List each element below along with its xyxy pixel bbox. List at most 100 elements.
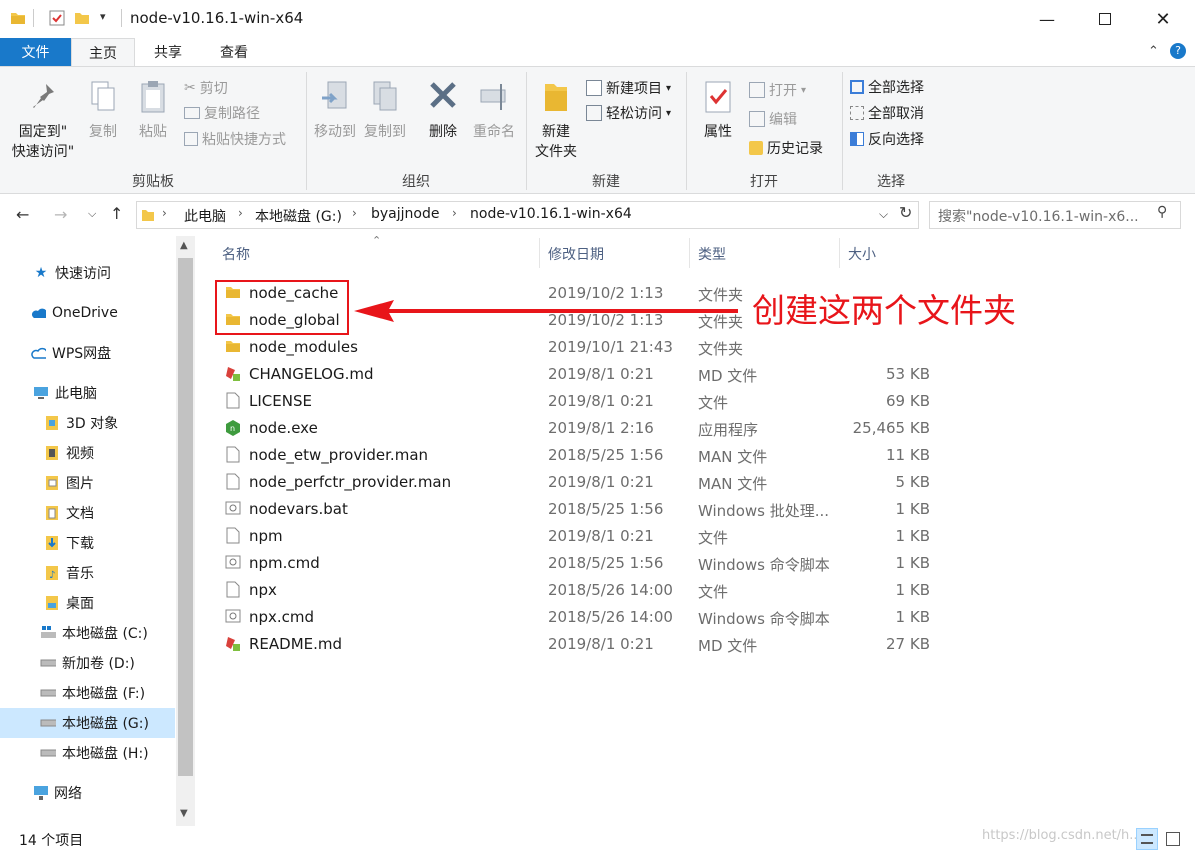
quick-access-dropdown-icon[interactable]: ▾	[100, 10, 106, 23]
column-header-date[interactable]: 修改日期	[548, 244, 604, 264]
tab-view[interactable]: 查看	[201, 38, 267, 66]
move-to-button[interactable]: 移动到	[312, 80, 358, 142]
address-dropdown-icon[interactable]: ⌵	[879, 207, 888, 222]
edit-button[interactable]: 编辑	[749, 107, 797, 131]
file-row[interactable]: npx.cmd 2018/5/26 14:00 Windows 命令脚本 1 KB	[215, 603, 940, 630]
collapse-ribbon-icon[interactable]: ⌃	[1148, 44, 1159, 59]
refresh-icon[interactable]: ↻	[899, 203, 912, 222]
cut-label: 剪切	[199, 81, 228, 97]
file-row[interactable]: npm 2019/8/1 0:21 文件 1 KB	[215, 522, 940, 549]
tab-share[interactable]: 共享	[135, 38, 201, 66]
tab-home[interactable]: 主页	[71, 38, 135, 66]
file-row[interactable]: CHANGELOG.md 2019/8/1 0:21 MD 文件 53 KB	[215, 360, 940, 387]
properties-check-icon[interactable]	[49, 10, 65, 26]
window-title: node-v10.16.1-win-x64	[130, 9, 304, 27]
nav-downloads[interactable]: 下载	[0, 528, 175, 558]
nav-videos[interactable]: 视频	[0, 438, 175, 468]
file-size: 11 KB	[886, 446, 930, 464]
file-row[interactable]: node_etw_provider.man 2018/5/25 1:56 MAN 文…	[215, 441, 940, 468]
copy-path-button[interactable]: 复制路径	[184, 101, 260, 125]
file-row[interactable]: npx 2018/5/26 14:00 文件 1 KB	[215, 576, 940, 603]
file-name: node_etw_provider.man	[249, 446, 429, 464]
svg-text:♪: ♪	[49, 570, 55, 581]
file-row[interactable]: node_perfctr_provider.man 2019/8/1 0:21 MA…	[215, 468, 940, 495]
nav-pictures[interactable]: 图片	[0, 468, 175, 498]
recent-locations-chevron-icon[interactable]: ⌵	[88, 207, 96, 221]
file-name: README.md	[249, 635, 343, 653]
column-divider[interactable]	[839, 238, 840, 268]
nav-music[interactable]: ♪ 音乐	[0, 558, 175, 588]
details-view-button[interactable]	[1136, 828, 1158, 850]
nav-drive-c[interactable]: 本地磁盘 (C:)	[0, 618, 175, 648]
column-divider[interactable]	[539, 238, 540, 268]
minimize-button[interactable]: —	[1018, 0, 1076, 38]
search-icon[interactable]: ⚲	[1157, 204, 1167, 220]
breadcrumb-separator-icon[interactable]: ›	[162, 206, 167, 220]
nav-scrollbar-thumb[interactable]	[178, 258, 193, 776]
file-row[interactable]: nodevars.bat 2018/5/25 1:56 Windows 批处理...…	[215, 495, 940, 522]
nav-wps-drive[interactable]: WPS网盘	[0, 338, 175, 368]
scroll-up-icon[interactable]: ▲	[180, 240, 188, 251]
help-icon[interactable]: ?	[1170, 43, 1186, 59]
tab-file[interactable]: 文件	[0, 38, 71, 66]
up-arrow-icon[interactable]: ↑	[110, 204, 123, 223]
select-all-button[interactable]: 全部选择	[850, 75, 924, 99]
nav-label: 桌面	[66, 596, 94, 612]
back-arrow-icon[interactable]: ←	[16, 205, 29, 224]
paste-shortcut-button[interactable]: 粘贴快捷方式	[184, 127, 286, 151]
nav-onedrive[interactable]: OneDrive	[0, 298, 175, 328]
copy-to-button[interactable]: 复制到	[362, 80, 408, 142]
nav-drive-g[interactable]: 本地磁盘 (G:)	[0, 708, 175, 738]
properties-button[interactable]: 属性	[696, 80, 740, 142]
invert-selection-button[interactable]: 反向选择	[850, 127, 924, 151]
rename-button[interactable]: 重命名	[470, 80, 518, 142]
history-button[interactable]: 历史记录	[749, 136, 823, 160]
nav-drive-d[interactable]: 新加卷 (D:)	[0, 648, 175, 678]
file-row[interactable]: README.md 2019/8/1 0:21 MD 文件 27 KB	[215, 630, 940, 657]
search-input-placeholder[interactable]: 搜索"node-v10.16.1-win-x6...	[938, 206, 1139, 226]
scroll-down-icon[interactable]: ▼	[180, 808, 188, 819]
forward-arrow-icon[interactable]: →	[54, 205, 67, 224]
close-button[interactable]: ✕	[1134, 0, 1192, 38]
nav-documents[interactable]: 文档	[0, 498, 175, 528]
maximize-button[interactable]	[1076, 0, 1134, 38]
new-folder-button[interactable]: 新建 文件夹	[530, 80, 582, 162]
nav-3d-objects[interactable]: 3D 对象	[0, 408, 175, 438]
nav-this-pc[interactable]: 此电脑	[0, 378, 175, 408]
nav-desktop[interactable]: 桌面	[0, 588, 175, 618]
file-row[interactable]: node_modules 2019/10/1 21:43 文件夹	[215, 333, 940, 360]
breadcrumb-this-pc[interactable]: 此电脑	[184, 206, 226, 226]
nav-quick-access[interactable]: ★ 快速访问	[0, 258, 175, 288]
nav-label: 本地磁盘 (G:)	[62, 716, 149, 732]
column-header-type[interactable]: 类型	[698, 244, 726, 264]
nav-drive-f[interactable]: 本地磁盘 (F:)	[0, 678, 175, 708]
copy-button[interactable]: 复制	[84, 80, 122, 142]
paste-button[interactable]: 粘贴	[133, 80, 173, 142]
column-header-name[interactable]: 名称	[222, 244, 250, 264]
open-button[interactable]: 打开 ▾	[749, 78, 806, 102]
column-divider[interactable]	[689, 238, 690, 268]
nav-label: 下载	[66, 536, 94, 552]
breadcrumb-separator-icon[interactable]: ›	[352, 206, 357, 220]
file-row[interactable]: LICENSE 2019/8/1 0:21 文件 69 KB	[215, 387, 940, 414]
breadcrumb-separator-icon[interactable]: ›	[238, 206, 243, 220]
cut-button[interactable]: ✂ 剪切	[184, 76, 228, 100]
file-type: 文件	[698, 583, 729, 601]
file-row[interactable]: n node.exe 2019/8/1 2:16 应用程序 25,465 KB	[215, 414, 940, 441]
delete-button[interactable]: 删除	[421, 80, 465, 142]
nav-network[interactable]: 网络	[0, 778, 175, 808]
easy-access-button[interactable]: 轻松访问 ▾	[586, 101, 671, 125]
breadcrumb-separator-icon[interactable]: ›	[452, 206, 457, 220]
column-header-size[interactable]: 大小	[848, 244, 876, 264]
file-row[interactable]: npm.cmd 2018/5/25 1:56 Windows 命令脚本 1 KB	[215, 549, 940, 576]
pin-quick-access-button[interactable]: 固定到" 快速访问"	[8, 80, 78, 162]
new-folder-icon[interactable]	[74, 10, 90, 26]
new-folder-icon	[545, 84, 567, 111]
nav-drive-h[interactable]: 本地磁盘 (H:)	[0, 738, 175, 768]
large-icons-view-button[interactable]	[1162, 828, 1184, 850]
breadcrumb-current-folder[interactable]: node-v10.16.1-win-x64	[470, 206, 632, 222]
new-item-button[interactable]: 新建项目 ▾	[586, 76, 671, 100]
breadcrumb-byajjnode[interactable]: byajjnode	[371, 206, 439, 222]
breadcrumb-drive-g[interactable]: 本地磁盘 (G:)	[255, 206, 342, 226]
select-none-button[interactable]: 全部取消	[850, 101, 924, 125]
